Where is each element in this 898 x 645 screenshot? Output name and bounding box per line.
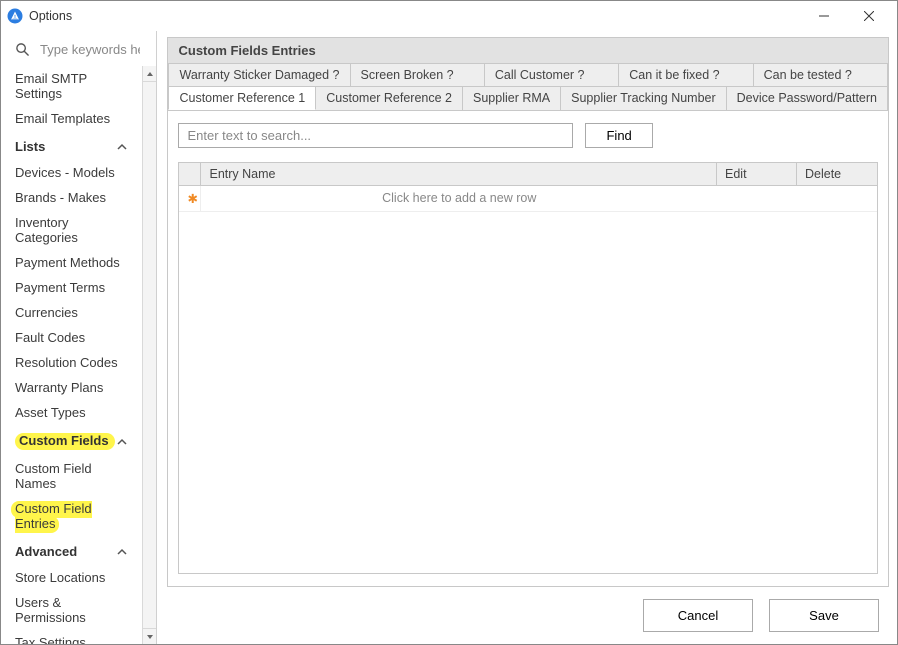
panel-header: Custom Fields Entries <box>168 38 888 64</box>
tabs-row-top: Warranty Sticker Damaged ? Screen Broken… <box>168 64 888 87</box>
new-row-hint[interactable]: Click here to add a new row <box>201 186 717 211</box>
scroll-up-button[interactable] <box>143 66 157 82</box>
cancel-button[interactable]: Cancel <box>643 599 753 632</box>
tab-supplier-rma[interactable]: Supplier RMA <box>463 87 561 110</box>
main-content: Custom Fields Entries Warranty Sticker D… <box>157 31 897 644</box>
tab-call-customer[interactable]: Call Customer ? <box>485 64 619 87</box>
sidebar-group-label: Advanced <box>15 544 116 559</box>
tab-warranty-sticker-damaged[interactable]: Warranty Sticker Damaged ? <box>168 64 350 87</box>
chevron-up-icon <box>116 141 128 153</box>
tab-supplier-tracking-number[interactable]: Supplier Tracking Number <box>561 87 727 110</box>
sidebar-item-email-templates[interactable]: Email Templates <box>1 106 142 131</box>
scroll-track[interactable] <box>143 82 157 628</box>
tab-customer-reference-2[interactable]: Customer Reference 2 <box>316 87 463 110</box>
custom-fields-entries-panel: Custom Fields Entries Warranty Sticker D… <box>167 37 889 587</box>
sidebar-search-input[interactable] <box>38 41 142 58</box>
window-title: Options <box>29 9 72 23</box>
sidebar-item-custom-field-names[interactable]: Custom Field Names <box>1 456 142 496</box>
grid-search-input[interactable] <box>178 123 573 148</box>
app-icon <box>7 8 23 24</box>
sidebar-group-lists[interactable]: Lists <box>1 131 142 160</box>
sidebar-group-label: Lists <box>15 139 116 154</box>
sidebar-item-payment-methods[interactable]: Payment Methods <box>1 250 142 275</box>
sidebar-item-email-smtp[interactable]: Email SMTP Settings <box>1 66 142 106</box>
sidebar-item-fault-codes[interactable]: Fault Codes <box>1 325 142 350</box>
new-row-delete-cell <box>797 186 877 211</box>
dialog-footer: Cancel Save <box>167 587 889 644</box>
grid-header-corner <box>179 163 201 185</box>
sidebar-item-users-permissions[interactable]: Users & Permissions <box>1 590 142 630</box>
grid-header-entry-name[interactable]: Entry Name <box>201 163 717 185</box>
new-row-indicator-icon: ✱ <box>179 186 201 211</box>
sidebar-item-asset-types[interactable]: Asset Types <box>1 400 142 425</box>
sidebar-item-resolution-codes[interactable]: Resolution Codes <box>1 350 142 375</box>
chevron-up-icon <box>116 436 128 448</box>
titlebar: Options <box>1 1 897 31</box>
save-button[interactable]: Save <box>769 599 879 632</box>
sidebar-item-payment-terms[interactable]: Payment Terms <box>1 275 142 300</box>
sidebar-item-currencies[interactable]: Currencies <box>1 300 142 325</box>
close-button[interactable] <box>846 1 891 31</box>
grid-header-edit[interactable]: Edit <box>717 163 797 185</box>
sidebar-item-warranty-plans[interactable]: Warranty Plans <box>1 375 142 400</box>
grid-body: ✱ Click here to add a new row <box>179 186 877 573</box>
tab-device-password-pattern[interactable]: Device Password/Pattern <box>727 87 888 110</box>
sidebar-item-devices-models[interactable]: Devices - Models <box>1 160 142 185</box>
chevron-up-icon <box>116 546 128 558</box>
scroll-down-button[interactable] <box>143 628 157 644</box>
tab-customer-reference-1[interactable]: Customer Reference 1 <box>168 87 316 110</box>
panel-body: Find Entry Name Edit Delete ✱ Clic <box>168 111 888 586</box>
sidebar-item-tax-settings[interactable]: Tax Settings <box>1 630 142 644</box>
tabs-row-bottom: Customer Reference 1 Customer Reference … <box>168 87 888 111</box>
sidebar-item-custom-field-entries[interactable]: Custom Field Entries <box>1 496 142 536</box>
sidebar-group-label: Custom Fields <box>15 433 115 450</box>
tab-can-it-be-fixed[interactable]: Can it be fixed ? <box>619 64 753 87</box>
entries-grid: Entry Name Edit Delete ✱ Click here to a… <box>178 162 878 574</box>
sidebar-group-advanced[interactable]: Advanced <box>1 536 142 565</box>
sidebar-search[interactable] <box>1 31 156 66</box>
sidebar-scrollbar[interactable] <box>142 66 157 644</box>
find-button[interactable]: Find <box>585 123 652 148</box>
sidebar-content: Email SMTP Settings Email Templates List… <box>1 66 142 644</box>
minimize-button[interactable] <box>801 1 846 31</box>
grid-search-bar: Find <box>178 123 878 148</box>
grid-header: Entry Name Edit Delete <box>179 163 877 186</box>
sidebar-item-brands-makes[interactable]: Brands - Makes <box>1 185 142 210</box>
sidebar-item-store-locations[interactable]: Store Locations <box>1 565 142 590</box>
tab-screen-broken[interactable]: Screen Broken ? <box>351 64 485 87</box>
tab-can-be-tested[interactable]: Can be tested ? <box>754 64 888 87</box>
options-window: Options Email SMTP Settings Email Templa <box>0 0 898 645</box>
grid-header-delete[interactable]: Delete <box>797 163 877 185</box>
options-sidebar: Email SMTP Settings Email Templates List… <box>1 31 157 644</box>
sidebar-group-custom-fields[interactable]: Custom Fields <box>1 425 142 456</box>
sidebar-item-inventory-categories[interactable]: Inventory Categories <box>1 210 142 250</box>
search-icon <box>15 42 30 57</box>
grid-new-row[interactable]: ✱ Click here to add a new row <box>179 186 877 212</box>
new-row-edit-cell <box>717 186 797 211</box>
